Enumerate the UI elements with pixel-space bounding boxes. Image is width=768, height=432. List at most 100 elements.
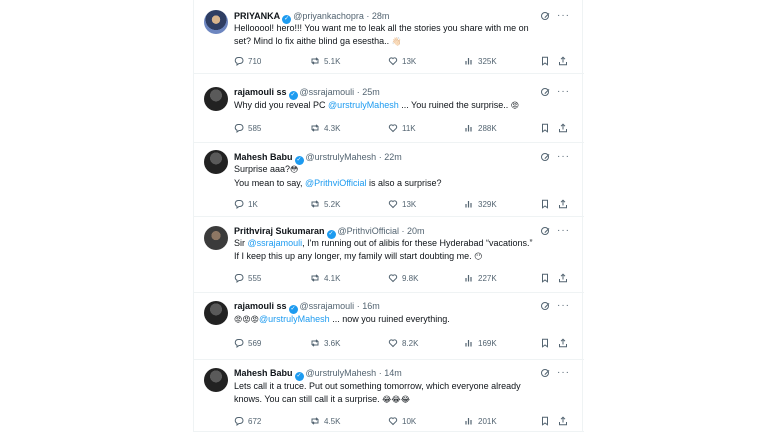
mention-link[interactable]: @urstrulyMahesh xyxy=(328,100,399,110)
timestamp[interactable]: 25m xyxy=(362,87,380,97)
share-button[interactable] xyxy=(558,415,568,427)
bookmark-button[interactable] xyxy=(540,55,550,67)
reposts-count: 5.2K xyxy=(324,199,341,209)
bookmark-icon xyxy=(540,199,550,209)
share-icon xyxy=(558,273,568,283)
timestamp[interactable]: 14m xyxy=(384,368,402,378)
like-icon xyxy=(388,273,398,283)
reply-button[interactable]: 1K xyxy=(234,198,258,210)
bookmark-button[interactable] xyxy=(540,198,550,210)
tweet-text: 😡😡😡@urstrulyMahesh ... now you ruined ev… xyxy=(234,313,572,327)
like-button[interactable]: 11K xyxy=(388,122,416,134)
tweet[interactable]: Mahesh Babu ✓ @urstrulyMahesh · 14m ··· Lets… xyxy=(194,360,584,432)
timestamp[interactable]: 16m xyxy=(362,301,380,311)
avatar[interactable] xyxy=(204,87,228,111)
views-button[interactable]: 227K xyxy=(464,272,497,284)
author-handle[interactable]: @urstrulyMahesh xyxy=(306,152,377,162)
author-name[interactable]: Mahesh Babu xyxy=(234,152,293,162)
header-actions: ··· xyxy=(541,9,570,23)
author-name[interactable]: rajamouli ss xyxy=(234,87,287,97)
reply-button[interactable]: 710 xyxy=(234,55,261,67)
author-name[interactable]: Prithviraj Sukumaran xyxy=(234,226,325,236)
grok-icon[interactable] xyxy=(541,12,549,20)
author-handle[interactable]: @ssrajamouli xyxy=(300,301,355,311)
more-icon[interactable]: ··· xyxy=(557,301,570,311)
more-icon[interactable]: ··· xyxy=(557,226,570,236)
tweet[interactable]: Prithviraj Sukumaran ✓ @PrithviOfficial · … xyxy=(194,217,584,293)
tweet[interactable]: rajamouli ss ✓ @ssrajamouli · 25m ··· Why di… xyxy=(194,74,584,143)
like-button[interactable]: 9.8K xyxy=(388,272,418,284)
reply-icon xyxy=(234,199,244,209)
more-icon[interactable]: ··· xyxy=(557,11,570,21)
author-handle[interactable]: @urstrulyMahesh xyxy=(306,368,377,378)
reply-button[interactable]: 555 xyxy=(234,272,261,284)
bookmark-button[interactable] xyxy=(540,415,550,427)
share-button[interactable] xyxy=(558,337,568,349)
tweet[interactable]: rajamouli ss ✓ @ssrajamouli · 16m ··· 😡😡😡@ur… xyxy=(194,293,584,360)
action-bar: 1K 5.2K 13K 329K xyxy=(234,198,578,210)
avatar[interactable] xyxy=(204,150,228,174)
like-button[interactable]: 8.2K xyxy=(388,337,418,349)
author-handle[interactable]: @ssrajamouli xyxy=(300,87,355,97)
grok-icon[interactable] xyxy=(541,153,549,161)
repost-button[interactable]: 4.1K xyxy=(310,272,340,284)
like-button[interactable]: 13K xyxy=(388,55,416,67)
views-button[interactable]: 169K xyxy=(464,337,497,349)
share-button[interactable] xyxy=(558,272,568,284)
share-button[interactable] xyxy=(558,198,568,210)
bookmark-button[interactable] xyxy=(540,122,550,134)
author-handle[interactable]: @PrithviOfficial xyxy=(338,226,399,236)
bookmark-button[interactable] xyxy=(540,337,550,349)
text-segment: ... now you ruined everything. xyxy=(329,314,450,324)
avatar[interactable] xyxy=(204,226,228,250)
reply-button[interactable]: 585 xyxy=(234,122,261,134)
views-button[interactable]: 201K xyxy=(464,415,497,427)
repost-button[interactable]: 3.6K xyxy=(310,337,340,349)
like-button[interactable]: 10K xyxy=(388,415,416,427)
repost-icon xyxy=(310,338,320,348)
bookmark-button[interactable] xyxy=(540,272,550,284)
author-name[interactable]: PRIYANKA xyxy=(234,11,280,21)
views-count: 325K xyxy=(478,56,497,66)
repost-icon xyxy=(310,273,320,283)
more-icon[interactable]: ··· xyxy=(557,87,570,97)
avatar[interactable] xyxy=(204,368,228,392)
repost-button[interactable]: 5.1K xyxy=(310,55,340,67)
tweet[interactable]: PRIYANKA ✓ @priyankachopra · 28m ··· Hellooo… xyxy=(194,0,584,74)
grok-icon[interactable] xyxy=(541,302,549,310)
reply-icon xyxy=(234,123,244,133)
emoji: 😳 xyxy=(290,165,299,174)
tweet-text-line: Lets call it a truce. Put out something … xyxy=(234,380,572,393)
repost-button[interactable]: 4.3K xyxy=(310,122,340,134)
reply-button[interactable]: 569 xyxy=(234,337,261,349)
timestamp[interactable]: 22m xyxy=(384,152,402,162)
more-icon[interactable]: ··· xyxy=(557,152,570,162)
author-name[interactable]: Mahesh Babu xyxy=(234,368,293,378)
share-button[interactable] xyxy=(558,122,568,134)
repost-button[interactable]: 4.5K xyxy=(310,415,340,427)
tweet[interactable]: Mahesh Babu ✓ @urstrulyMahesh · 22m ··· Surp… xyxy=(194,143,584,217)
views-button[interactable]: 288K xyxy=(464,122,497,134)
avatar[interactable] xyxy=(204,10,228,34)
author-handle[interactable]: @priyankachopra xyxy=(293,11,364,21)
mention-link[interactable]: @urstrulyMahesh xyxy=(259,314,330,324)
mention-link[interactable]: @ssrajamouli xyxy=(248,238,303,248)
grok-icon[interactable] xyxy=(541,88,549,96)
like-button[interactable]: 13K xyxy=(388,198,416,210)
timestamp[interactable]: 28m xyxy=(372,11,390,21)
reply-button[interactable]: 672 xyxy=(234,415,261,427)
action-bar: 585 4.3K 11K 288K xyxy=(234,122,578,134)
author-name[interactable]: rajamouli ss xyxy=(234,301,287,311)
text-segment: is also a surprise? xyxy=(366,177,442,188)
repost-button[interactable]: 5.2K xyxy=(310,198,340,210)
avatar[interactable] xyxy=(204,301,228,325)
views-button[interactable]: 325K xyxy=(464,55,497,67)
grok-icon[interactable] xyxy=(541,369,549,377)
mention-link[interactable]: @PrithviOfficial xyxy=(305,178,366,188)
header-actions: ··· xyxy=(541,299,570,313)
more-icon[interactable]: ··· xyxy=(557,368,570,378)
views-button[interactable]: 329K xyxy=(464,198,497,210)
share-button[interactable] xyxy=(558,55,568,67)
timestamp[interactable]: 20m xyxy=(407,226,425,236)
grok-icon[interactable] xyxy=(541,227,549,235)
